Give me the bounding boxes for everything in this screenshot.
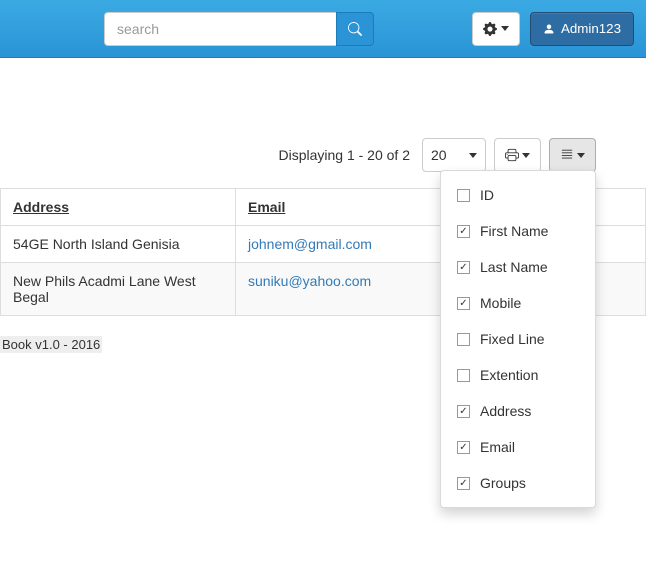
page-size-select[interactable]: 20 [422,138,486,172]
email-link[interactable]: johnem@gmail.com [248,236,372,252]
checkbox-icon: ✓ [457,441,470,454]
search-button[interactable] [336,12,374,46]
checkbox-icon: ✓ [457,261,470,274]
search-icon [348,22,362,36]
settings-dropdown[interactable] [472,12,520,46]
column-toggle-item[interactable]: ✓ Mobile [441,285,595,321]
caret-down-icon [577,153,585,158]
column-toggle-item[interactable]: Extention [441,357,595,393]
search-input[interactable] [104,12,336,46]
top-navbar: Admin123 [0,0,646,58]
caret-down-icon [469,153,477,158]
checkbox-icon [457,369,470,382]
cell-address: 54GE North Island Genisia [1,226,236,263]
column-toggle-item[interactable]: ID [441,177,595,213]
column-toggle-item[interactable]: ✓ Email [441,429,595,465]
column-toggle-label: Address [480,403,531,419]
list-icon [560,148,574,162]
column-toggle-item[interactable]: ✓ Groups [441,465,595,501]
columns-dropdown[interactable] [549,138,596,172]
caret-down-icon [501,26,509,31]
column-toggle-label: ID [480,187,494,203]
checkbox-icon [457,333,470,346]
navbar-right: Admin123 [472,12,634,46]
column-toggle-label: Mobile [480,295,521,311]
user-icon [543,23,555,35]
column-toggle-item[interactable]: ✓ Last Name [441,249,595,285]
gear-icon [483,22,497,36]
checkbox-icon: ✓ [457,477,470,490]
column-toggle-item[interactable]: Fixed Line [441,321,595,357]
column-header-address[interactable]: Address [1,189,236,226]
column-toggle-label: Extention [480,367,538,383]
column-visibility-menu: ID ✓ First Name ✓ Last Name ✓ Mobile Fixed Line… [440,170,596,508]
display-count-text: Displaying 1 - 20 of 2 [278,147,410,163]
column-toggle-label: First Name [480,223,548,239]
column-toggle-item[interactable]: ✓ Address [441,393,595,429]
footer-version: Book v1.0 - 2016 [0,336,102,353]
column-toggle-label: Fixed Line [480,331,545,347]
checkbox-icon [457,189,470,202]
checkbox-icon: ✓ [457,405,470,418]
column-toggle-item[interactable]: ✓ First Name [441,213,595,249]
cell-address: New Phils Acadmi Lane West Begal [1,263,236,316]
page-size-value: 20 [431,147,447,163]
caret-down-icon [522,153,530,158]
column-toggle-label: Last Name [480,259,548,275]
column-toggle-label: Email [480,439,515,455]
user-label: Admin123 [561,21,621,36]
print-icon [505,148,519,162]
checkbox-icon: ✓ [457,297,470,310]
print-dropdown[interactable] [494,138,541,172]
user-dropdown[interactable]: Admin123 [530,12,634,46]
column-toggle-label: Groups [480,475,526,491]
email-link[interactable]: suniku@yahoo.com [248,273,371,289]
search-group [104,12,374,46]
checkbox-icon: ✓ [457,225,470,238]
